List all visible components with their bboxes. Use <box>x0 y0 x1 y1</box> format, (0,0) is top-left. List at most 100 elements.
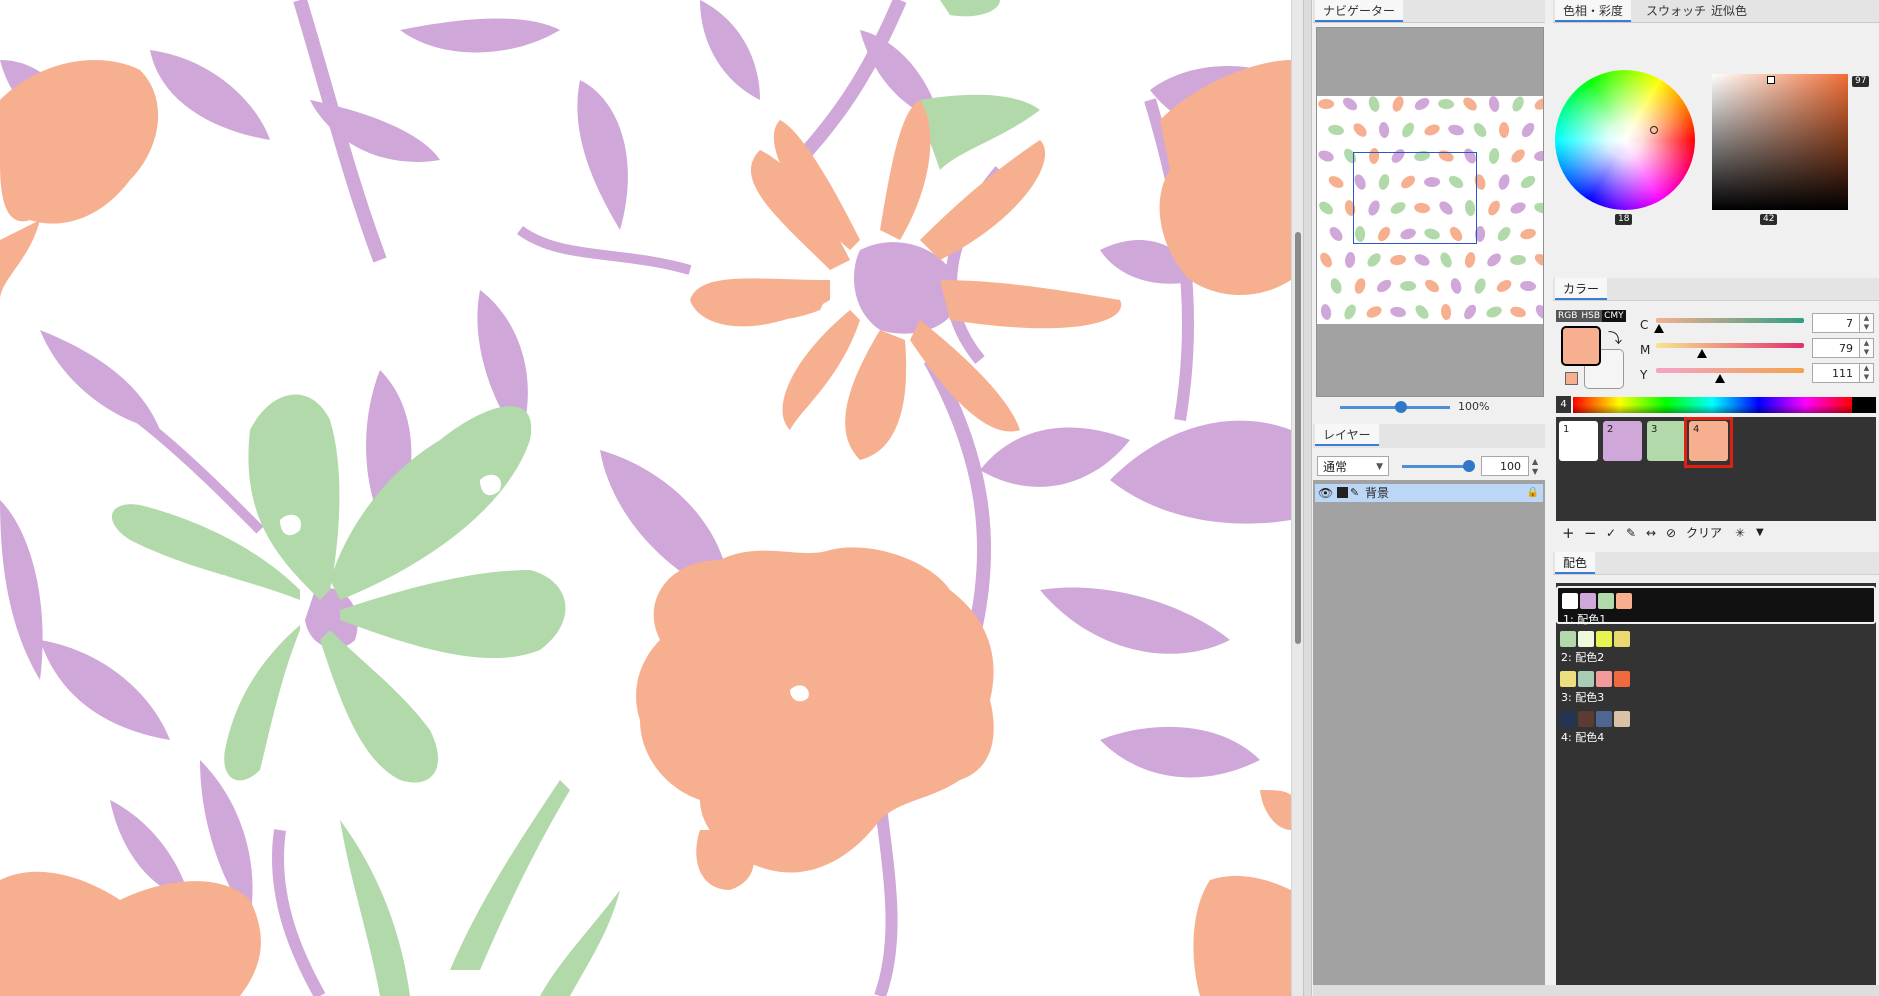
swap-arrows-icon[interactable]: ↔ <box>1646 524 1656 542</box>
navigator-viewport-rect[interactable] <box>1353 152 1477 244</box>
thumbnail-motif <box>1366 306 1382 318</box>
drawing-canvas[interactable] <box>0 0 1291 996</box>
haishoku-set-1[interactable]: 1: 配色1 <box>1556 586 1876 626</box>
slider-spin-m-icon[interactable]: ▲ ▼ <box>1860 338 1874 358</box>
blend-mode-value: 通常 <box>1323 460 1348 474</box>
eye-icon[interactable]: 👁 <box>1318 484 1333 502</box>
thumbnail-motif <box>1497 227 1511 241</box>
slider-knob-m[interactable] <box>1696 349 1707 358</box>
layer-opacity-field[interactable]: 100 <box>1481 456 1529 476</box>
saturation-brightness-box[interactable] <box>1712 74 1848 210</box>
haishoku-chip <box>1614 671 1630 687</box>
add-icon[interactable]: + <box>1562 524 1575 542</box>
thumbnail-motif <box>1367 253 1381 267</box>
thumbnail-motif <box>1488 96 1500 112</box>
clear-button[interactable]: クリア <box>1686 524 1722 542</box>
pencil-icon[interactable]: ✎ <box>1626 524 1636 542</box>
navigator-zoom-knob[interactable] <box>1395 401 1407 413</box>
thumbnail-motif <box>1390 306 1406 318</box>
thumbnail-motif <box>1510 254 1527 266</box>
thumbnail-motif <box>1450 278 1462 294</box>
layer-panel: レイヤー 通常 ▼ 100 ▲ ▼ 👁 ✎ 背景 🔒 <box>1313 424 1545 996</box>
no-icon[interactable]: ⊘ <box>1666 524 1676 542</box>
slider-value-m[interactable]: 79 <box>1812 338 1860 358</box>
thumbnail-motif <box>1415 305 1429 319</box>
haishoku-chip <box>1614 631 1630 647</box>
thumbnail-motif <box>1511 149 1525 163</box>
color-swatch-area: 1234 <box>1556 417 1876 521</box>
blend-mode-select[interactable]: 通常 ▼ <box>1317 456 1389 476</box>
thumbnail-motif <box>1510 306 1526 318</box>
hue-wheel[interactable] <box>1555 70 1695 210</box>
thumbnail-motif <box>1499 122 1510 138</box>
floral-pattern-artwork <box>0 0 1291 996</box>
lock-icon[interactable]: 🔒 <box>1527 484 1539 502</box>
mode-cmy[interactable]: CMY <box>1602 310 1626 322</box>
swap-colors-icon[interactable]: ⤵ <box>1608 328 1622 348</box>
color-spectrum-bar[interactable] <box>1573 397 1876 413</box>
saturation-brightness-marker[interactable] <box>1767 76 1775 84</box>
status-strip <box>1313 985 1879 996</box>
slider-spin-c-icon[interactable]: ▲ ▼ <box>1860 313 1874 333</box>
thumbnail-motif <box>1488 200 1500 216</box>
slider-track-c[interactable] <box>1656 318 1804 323</box>
thumbnail-motif <box>1400 280 1417 292</box>
color-swatch-1[interactable]: 1 <box>1559 421 1598 461</box>
haishoku-set-4[interactable]: 4: 配色4 <box>1556 706 1876 744</box>
check-icon[interactable]: ✓ <box>1606 524 1616 542</box>
swatch-toolbar: + − ✓ ✎ ↔ ⊘ クリア ✳ ▼ <box>1556 524 1876 542</box>
thumbnail-motif <box>1376 279 1392 293</box>
tab-similar-colors[interactable]: 近似色 <box>1703 0 1755 22</box>
sparkle-icon[interactable]: ✳ <box>1735 524 1745 542</box>
saturation-value-badge: 42 <box>1760 214 1778 225</box>
haishoku-list: 1: 配色1 2: 配色2 3: 配色3 4: 配色4 <box>1556 583 1876 996</box>
haishoku-header: 配色 <box>1553 552 1879 575</box>
slider-spin-y-icon[interactable]: ▲ ▼ <box>1860 363 1874 383</box>
thumbnail-motif <box>1328 124 1345 136</box>
navigator-view[interactable] <box>1316 27 1544 397</box>
scrollbar-thumb[interactable] <box>1295 232 1301 644</box>
thumbnail-motif <box>1330 278 1342 294</box>
mode-rgb[interactable]: RGB <box>1556 310 1579 322</box>
mode-hsb[interactable]: HSB <box>1579 310 1602 322</box>
remove-icon[interactable]: − <box>1584 524 1597 542</box>
tab-hue-saturation[interactable]: 色相・彩度 <box>1555 0 1632 22</box>
slider-value-c[interactable]: 7 <box>1812 313 1860 333</box>
thumbnail-motif <box>1320 304 1332 320</box>
pen-icon[interactable]: ✎ <box>1350 484 1359 502</box>
thumbnail-motif <box>1534 98 1543 110</box>
slider-knob-c[interactable] <box>1653 324 1664 333</box>
primary-color-swatch[interactable] <box>1561 326 1601 366</box>
thumbnail-motif <box>1424 124 1440 136</box>
haishoku-chip <box>1616 593 1632 609</box>
layer-row-background[interactable]: 👁 ✎ 背景 🔒 <box>1315 484 1543 502</box>
slider-value-y[interactable]: 111 <box>1812 363 1860 383</box>
haishoku-set-3[interactable]: 3: 配色3 <box>1556 666 1876 704</box>
hue-wheel-marker[interactable] <box>1650 126 1658 134</box>
slider-label-y: Y <box>1640 368 1648 382</box>
layer-opacity-value: 100 <box>1500 460 1521 473</box>
thumbnail-motif <box>1534 253 1543 267</box>
opacity-spin-down-icon[interactable]: ▼ <box>1532 467 1538 476</box>
slider-track-y[interactable] <box>1656 368 1804 373</box>
thumbnail-motif <box>1379 122 1390 138</box>
color-swatch-2[interactable]: 2 <box>1603 421 1642 461</box>
tab-navigator[interactable]: ナビゲーター <box>1315 0 1404 22</box>
layer-opacity-slider[interactable] <box>1402 465 1470 468</box>
haishoku-set-2[interactable]: 2: 配色2 <box>1556 626 1876 664</box>
thumbnail-motif <box>1464 252 1476 268</box>
navigator-thumbnail[interactable] <box>1317 96 1543 324</box>
panel-divider[interactable] <box>1303 0 1312 996</box>
hue-wheel-center <box>1555 70 1695 210</box>
thumbnail-motif <box>1438 98 1455 110</box>
slider-track-m[interactable] <box>1656 343 1804 348</box>
dropdown-arrow-icon[interactable]: ▼ <box>1756 524 1764 542</box>
thumbnail-motif <box>1328 176 1344 188</box>
slider-knob-y[interactable] <box>1714 374 1725 383</box>
layer-opacity-knob[interactable] <box>1463 460 1475 472</box>
color-swatch-3[interactable]: 3 <box>1647 421 1686 461</box>
haishoku-chip <box>1596 711 1612 727</box>
opacity-spin-up-icon[interactable]: ▲ <box>1532 457 1538 466</box>
mini-color-swatch[interactable] <box>1565 372 1578 385</box>
tab-layer[interactable]: レイヤー <box>1315 424 1379 446</box>
